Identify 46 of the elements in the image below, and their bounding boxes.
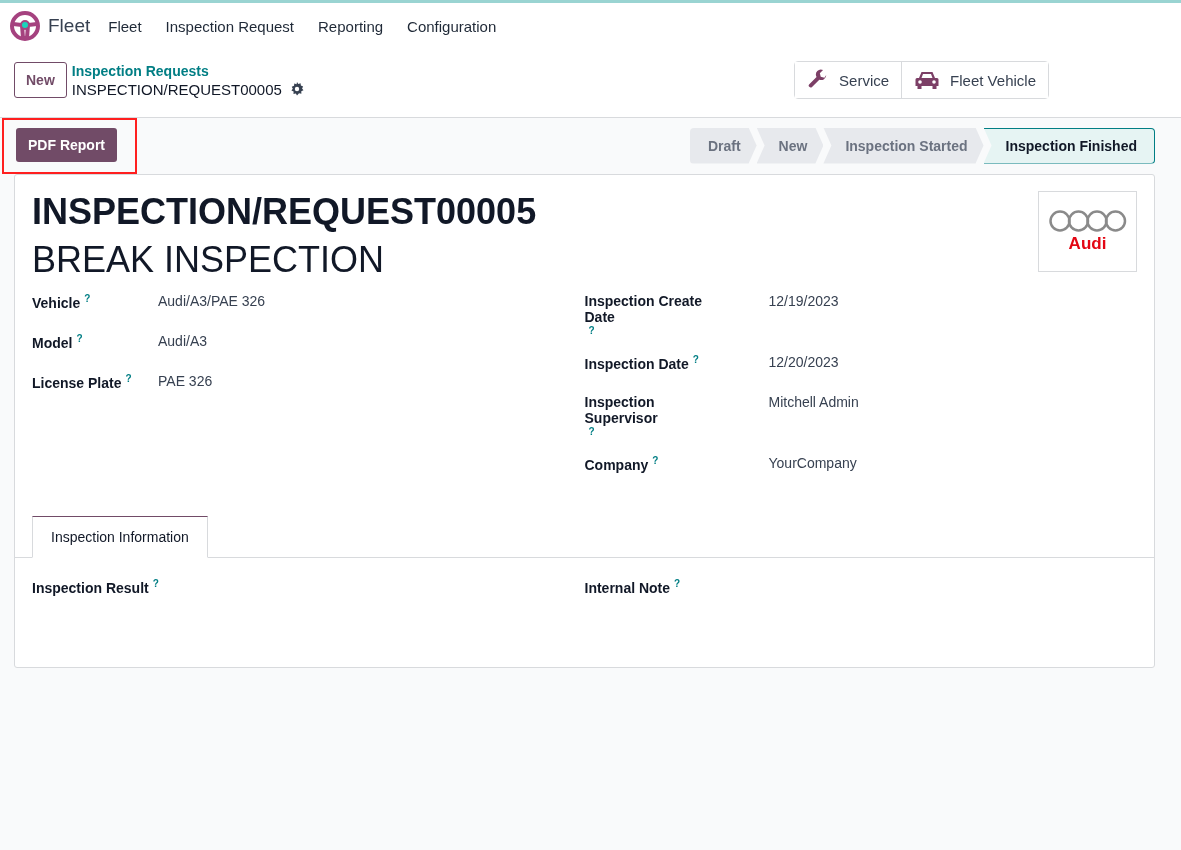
help-tooltip[interactable]: ? — [84, 293, 91, 304]
field-value: Mitchell Admin — [768, 394, 859, 410]
menu-item[interactable]: Inspection Request — [165, 17, 295, 35]
help-tooltip[interactable]: ? — [588, 325, 595, 336]
help-tooltip[interactable]: ? — [692, 354, 699, 365]
field-label: Internal Note — [584, 579, 671, 596]
app-name[interactable]: Fleet — [48, 15, 91, 37]
gear-icon[interactable] — [289, 82, 304, 96]
status-step[interactable]: Draft — [689, 127, 757, 164]
field-value: Audi/A3/PAE 326 — [158, 293, 266, 309]
help-tooltip[interactable]: ? — [588, 426, 595, 437]
help-tooltip[interactable]: ? — [652, 455, 659, 466]
smart-button[interactable]: Service — [795, 62, 903, 98]
help-tooltip[interactable]: ? — [125, 373, 132, 384]
status-step[interactable]: Inspection Finished — [983, 127, 1155, 164]
field-label: Model — [32, 334, 73, 351]
help-tooltip[interactable]: ? — [152, 578, 159, 589]
menu-item[interactable]: Fleet — [108, 17, 142, 35]
help-tooltip[interactable]: ? — [674, 578, 681, 589]
field-label: Inspection Date — [584, 355, 689, 372]
record-name: INSPECTION/REQUEST00005 — [71, 80, 282, 98]
field-label: Vehicle — [32, 294, 81, 311]
field-value: 12/20/2023 — [768, 354, 839, 370]
field-label: License Plate — [32, 374, 122, 391]
pdf-report-button[interactable]: PDF Report — [16, 128, 117, 162]
steering-wheel-icon[interactable] — [10, 11, 40, 41]
field-value: PAE 326 — [158, 373, 213, 389]
field-label: Inspection Result — [32, 579, 149, 596]
notebook-tab[interactable]: Inspection Information — [32, 516, 208, 558]
field-label: Inspection Create Date — [584, 293, 703, 325]
car-brand-logo: Audi — [1038, 191, 1137, 272]
status-step[interactable]: New — [756, 127, 824, 164]
breadcrumb-link[interactable]: Inspection Requests — [71, 62, 304, 79]
menu-item[interactable]: Reporting — [318, 17, 384, 35]
field-value: 12/19/2023 — [768, 293, 839, 309]
field-value: Audi/A3 — [158, 333, 208, 349]
menu-item[interactable]: Configuration — [407, 17, 497, 35]
field-label: Company — [584, 456, 649, 473]
record-subtitle: BREAK INSPECTION — [32, 239, 386, 281]
new-button[interactable]: New — [14, 62, 67, 98]
car-icon — [914, 69, 941, 91]
status-step[interactable]: Inspection Started — [823, 127, 984, 164]
field-label: Inspection Supervisor — [584, 394, 659, 426]
record-title: INSPECTION/REQUEST00005 — [32, 191, 537, 233]
help-tooltip[interactable]: ? — [76, 333, 83, 344]
field-value: YourCompany — [768, 455, 857, 471]
